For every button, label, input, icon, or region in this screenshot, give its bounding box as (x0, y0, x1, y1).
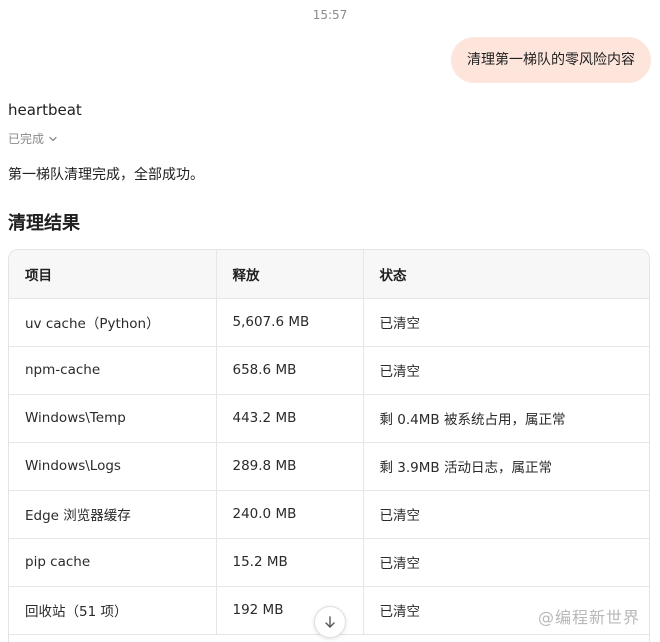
cell-status: 剩 0.4MB 被系统占用，属正常 (362, 394, 649, 443)
table-row: uv cache（Python） 5,607.6 MB 已清空 (9, 298, 649, 347)
results-table-container: 项目 释放 状态 uv cache（Python） 5,607.6 MB 已清空… (8, 249, 650, 642)
status-label: 已完成 (8, 132, 45, 146)
arrow-down-icon (325, 616, 335, 628)
user-message-bubble: 清理第一梯队的零风险内容 (451, 37, 651, 83)
cell-freed: 15.2 MB (215, 538, 363, 587)
cell-status: 已清空 (362, 346, 649, 395)
results-table: 项目 释放 状态 uv cache（Python） 5,607.6 MB 已清空… (9, 250, 649, 635)
table-row: Edge 浏览器缓存 240.0 MB 已清空 (9, 490, 649, 539)
cell-status: 已清空 (362, 298, 649, 347)
cell-status: 剩 3.9MB 活动日志，属正常 (362, 442, 649, 491)
header-status: 状态 (362, 250, 649, 299)
chevron-down-icon (49, 136, 57, 141)
chat-page: 15:57 清理第一梯队的零风险内容 heartbeat 已完成 第一梯队清理完… (0, 0, 660, 642)
header-item: 项目 (9, 250, 216, 299)
cell-freed: 658.6 MB (215, 346, 363, 395)
cell-status: 已清空 (362, 538, 649, 587)
assistant-summary: 第一梯队清理完成，全部成功。 (8, 167, 204, 183)
header-freed: 释放 (215, 250, 363, 299)
cell-item: Edge 浏览器缓存 (9, 490, 216, 539)
table-row: pip cache 15.2 MB 已清空 (9, 538, 649, 587)
cell-item: Windows\Logs (9, 442, 216, 491)
cell-item: 回收站（51 项） (9, 586, 216, 635)
cell-item: pip cache (9, 538, 216, 587)
cell-status: 已清空 (362, 490, 649, 539)
assistant-name: heartbeat (8, 101, 82, 119)
cell-item: uv cache（Python） (9, 298, 216, 347)
watermark: @编程新世界 (537, 608, 640, 627)
cell-freed: 240.0 MB (215, 490, 363, 539)
cell-freed: 443.2 MB (215, 394, 363, 443)
cell-item: npm-cache (9, 346, 216, 395)
message-timestamp: 15:57 (312, 8, 348, 22)
table-row: Windows\Temp 443.2 MB 剩 0.4MB 被系统占用，属正常 (9, 394, 649, 443)
status-toggle[interactable]: 已完成 (8, 130, 58, 147)
cell-freed: 5,607.6 MB (215, 298, 363, 347)
section-title: 清理结果 (8, 213, 80, 234)
scroll-to-bottom-button[interactable] (314, 606, 346, 638)
table-row: Windows\Logs 289.8 MB 剩 3.9MB 活动日志，属正常 (9, 442, 649, 491)
table-row: npm-cache 658.6 MB 已清空 (9, 346, 649, 395)
cell-freed: 289.8 MB (215, 442, 363, 491)
cell-item: Windows\Temp (9, 394, 216, 443)
table-header-row: 项目 释放 状态 (9, 250, 649, 299)
